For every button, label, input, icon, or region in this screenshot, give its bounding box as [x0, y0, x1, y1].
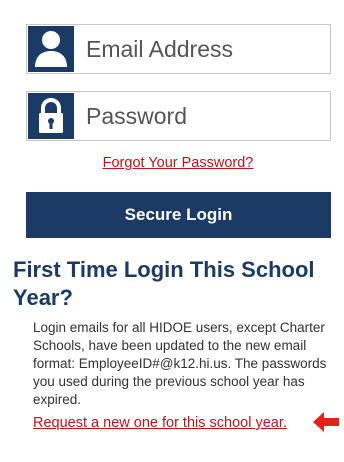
request-new-password-link[interactable]: Request a new one for this school year.: [33, 415, 287, 431]
user-icon: [28, 26, 74, 72]
password-input[interactable]: [86, 93, 344, 139]
password-field[interactable]: [26, 91, 344, 141]
forgot-password-link[interactable]: Forgot Your Password?: [0, 155, 344, 171]
email-input[interactable]: [86, 26, 344, 72]
left-arrow-icon: [313, 412, 339, 432]
email-field[interactable]: [26, 24, 344, 74]
first-time-login-heading: First Time Login This School Year?: [13, 257, 315, 310]
lock-icon: [28, 93, 74, 139]
secure-login-button[interactable]: Secure Login: [26, 192, 331, 238]
first-time-login-info: Login emails for all HIDOE users, except…: [33, 320, 327, 407]
